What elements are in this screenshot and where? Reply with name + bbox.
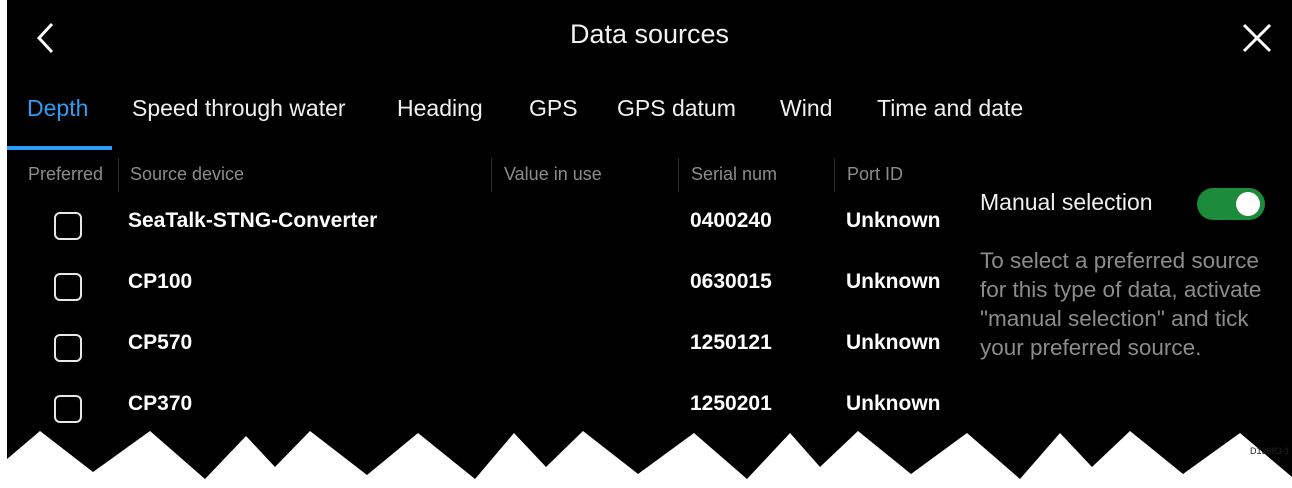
tab-gps-datum[interactable]: GPS datum	[617, 95, 736, 122]
column-header-serial-num: Serial num	[691, 164, 778, 184]
tab-heading[interactable]: Heading	[397, 95, 483, 122]
table-row[interactable]: CP570 1250121 Unknown	[7, 331, 967, 391]
source-device-cell: SeaTalk-STNG-Converter	[128, 209, 378, 232]
close-button[interactable]	[1237, 18, 1277, 58]
manual-selection-help-text: To select a preferred source for this ty…	[980, 248, 1262, 360]
serial-number-cell: 0400240	[690, 209, 772, 232]
port-id-cell: Unknown	[846, 209, 941, 232]
checkbox-icon[interactable]	[54, 273, 82, 301]
close-icon	[1242, 23, 1272, 53]
column-divider	[834, 158, 835, 192]
column-header-port-id: Port ID	[847, 164, 904, 184]
manual-selection-toggle[interactable]	[1197, 188, 1265, 220]
table-row[interactable]: SeaTalk-STNG-Converter 0400240 Unknown	[7, 209, 967, 269]
source-device-cell: CP570	[128, 331, 193, 354]
port-id-cell: Unknown	[846, 392, 941, 415]
manual-selection-label: Manual selection	[980, 189, 1153, 215]
tab-gps[interactable]: GPS	[529, 95, 578, 122]
column-divider	[118, 158, 119, 192]
checkbox-icon[interactable]	[54, 395, 82, 423]
checkbox-icon[interactable]	[54, 212, 82, 240]
column-header-source-device: Source device	[130, 164, 245, 184]
tab-wind[interactable]: Wind	[780, 95, 832, 122]
column-header-value-in-use: Value in use	[504, 164, 602, 184]
column-divider	[491, 158, 492, 192]
tab-speed-through-water[interactable]: Speed through water	[132, 95, 346, 122]
active-tab-indicator	[7, 146, 112, 150]
figure-code: D13683-1	[1250, 446, 1290, 456]
serial-number-cell: 0630015	[690, 270, 772, 293]
tab-depth[interactable]: Depth	[27, 95, 88, 122]
table-row[interactable]: CP100 0630015 Unknown	[7, 270, 967, 330]
page-title: Data sources	[569, 19, 730, 49]
column-divider	[678, 158, 679, 192]
source-device-cell: CP100	[128, 270, 193, 293]
checkbox-icon[interactable]	[54, 334, 82, 362]
table-row[interactable]: CP370 1250201 Unknown	[7, 392, 967, 452]
port-id-cell: Unknown	[846, 270, 941, 293]
serial-number-cell: 1250121	[690, 331, 772, 354]
data-sources-screen: Data sources Depth Speed through water H…	[7, 0, 1292, 488]
serial-number-cell: 1250201	[690, 392, 772, 415]
source-device-cell: CP370	[128, 392, 193, 415]
port-id-cell: Unknown	[846, 331, 941, 354]
tab-time-and-date[interactable]: Time and date	[877, 95, 1023, 122]
column-header-preferred: Preferred	[28, 164, 104, 184]
toggle-knob	[1236, 192, 1260, 216]
